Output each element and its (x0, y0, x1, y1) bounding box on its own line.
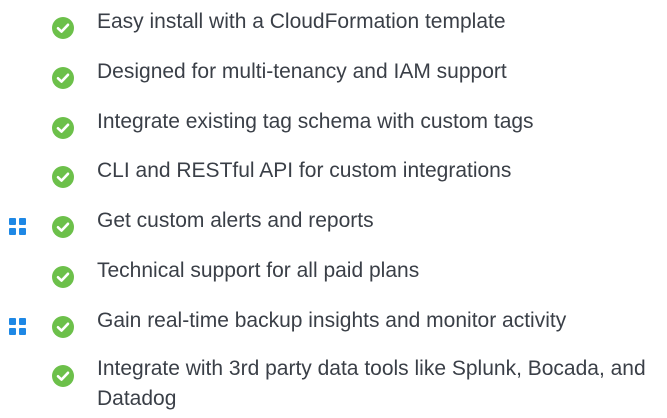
feature-text: Easy install with a CloudFormation templ… (97, 10, 506, 33)
feature-text: CLI and RESTful API for custom integrati… (97, 159, 512, 182)
feature-text: Technical support for all paid plans (97, 259, 420, 282)
check-circle-icon (52, 216, 74, 238)
feature-text: Gain real-time backup insights and monit… (97, 309, 567, 332)
check-circle-icon (52, 67, 74, 89)
drag-handle-icon[interactable] (9, 318, 26, 335)
feature-text: Integrate with 3rd party data tools like… (97, 357, 646, 410)
check-circle-icon (52, 166, 74, 188)
check-circle-icon (52, 117, 74, 139)
feature-text: Designed for multi-tenancy and IAM suppo… (97, 60, 507, 83)
feature-text: Integrate existing tag schema with custo… (97, 110, 534, 133)
check-circle-icon (52, 266, 74, 288)
feature-text: Get custom alerts and reports (97, 209, 374, 232)
drag-handle-icon[interactable] (9, 218, 26, 235)
check-circle-icon (52, 316, 74, 338)
check-circle-icon (52, 17, 74, 39)
check-circle-icon (52, 365, 74, 387)
